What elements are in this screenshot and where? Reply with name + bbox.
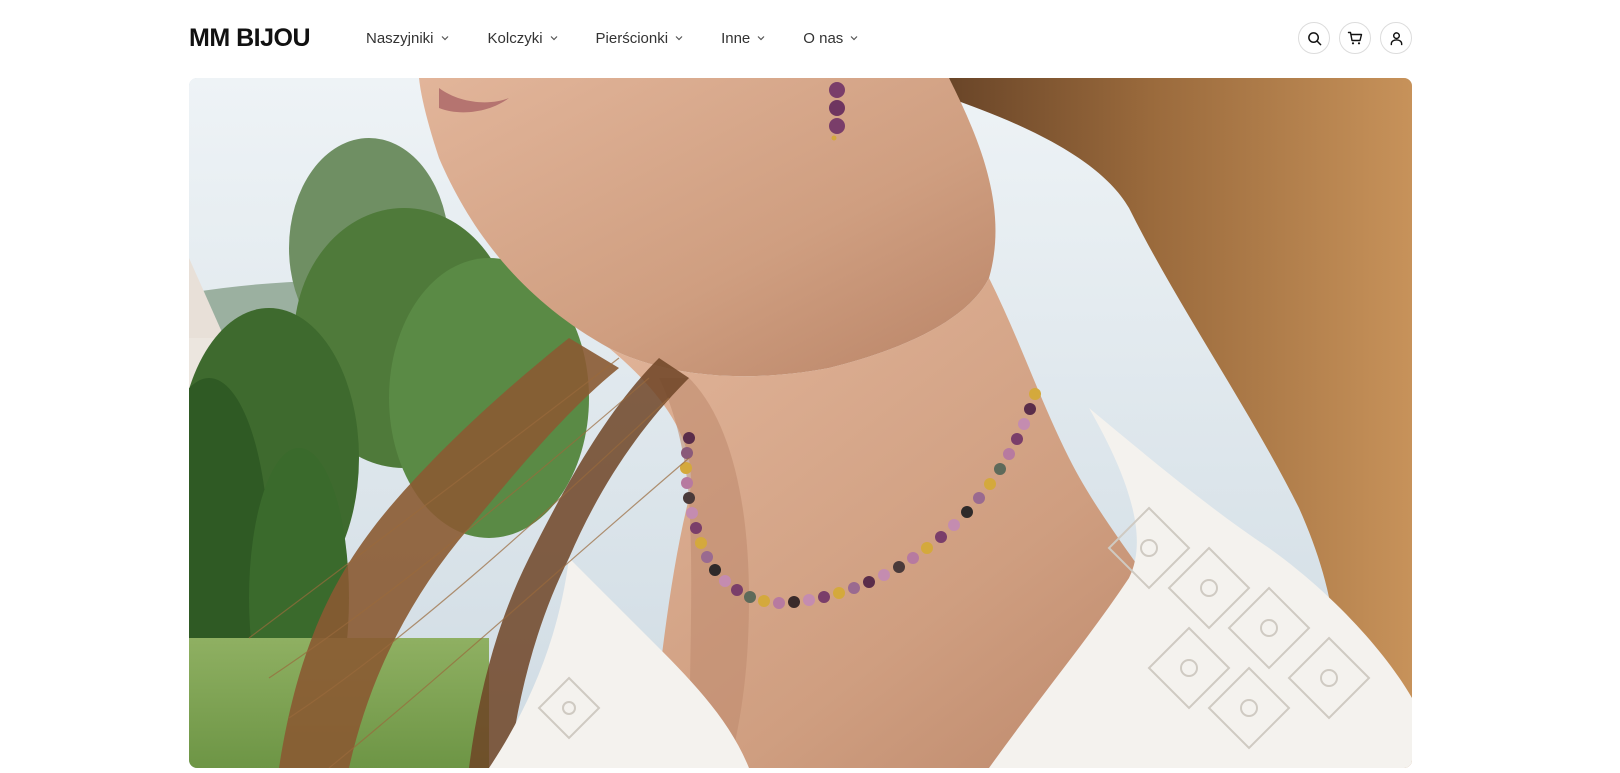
- user-icon: [1390, 31, 1402, 45]
- nav-item-o-nas[interactable]: O nas: [803, 30, 859, 47]
- search-button[interactable]: [1298, 22, 1330, 54]
- main-nav: Naszyjniki Kolczyki Pierścionki Inne O n…: [366, 26, 859, 50]
- nav-item-label: Naszyjniki: [366, 29, 434, 47]
- nav-item-label: O nas: [803, 29, 844, 47]
- nav-item-kolczyki[interactable]: Kolczyki: [488, 30, 559, 47]
- account-button[interactable]: [1380, 22, 1412, 54]
- chevron-down-icon: [849, 33, 859, 43]
- nav-item-pierscionki[interactable]: Pierścionki: [596, 30, 685, 47]
- header-actions: [1298, 22, 1412, 54]
- chevron-down-icon: [674, 33, 684, 43]
- chevron-down-icon: [549, 33, 559, 43]
- nav-item-label: Kolczyki: [487, 29, 543, 47]
- cart-button[interactable]: [1339, 22, 1371, 54]
- hero-image: [189, 78, 1412, 768]
- site-logo[interactable]: MM BIJOU: [189, 22, 311, 54]
- nav-item-inne[interactable]: Inne: [721, 30, 766, 47]
- site-header: MM BIJOU Naszyjniki Kolczyki Pierścionki…: [0, 0, 1620, 78]
- nav-item-naszyjniki[interactable]: Naszyjniki: [366, 30, 450, 47]
- chevron-down-icon: [440, 33, 450, 43]
- search-icon: [1307, 31, 1321, 45]
- nav-item-label: Pierścionki: [595, 29, 669, 47]
- hero-photo: [189, 78, 1412, 768]
- nav-item-label: Inne: [721, 29, 751, 47]
- chevron-down-icon: [756, 33, 766, 43]
- cart-icon: [1347, 31, 1363, 45]
